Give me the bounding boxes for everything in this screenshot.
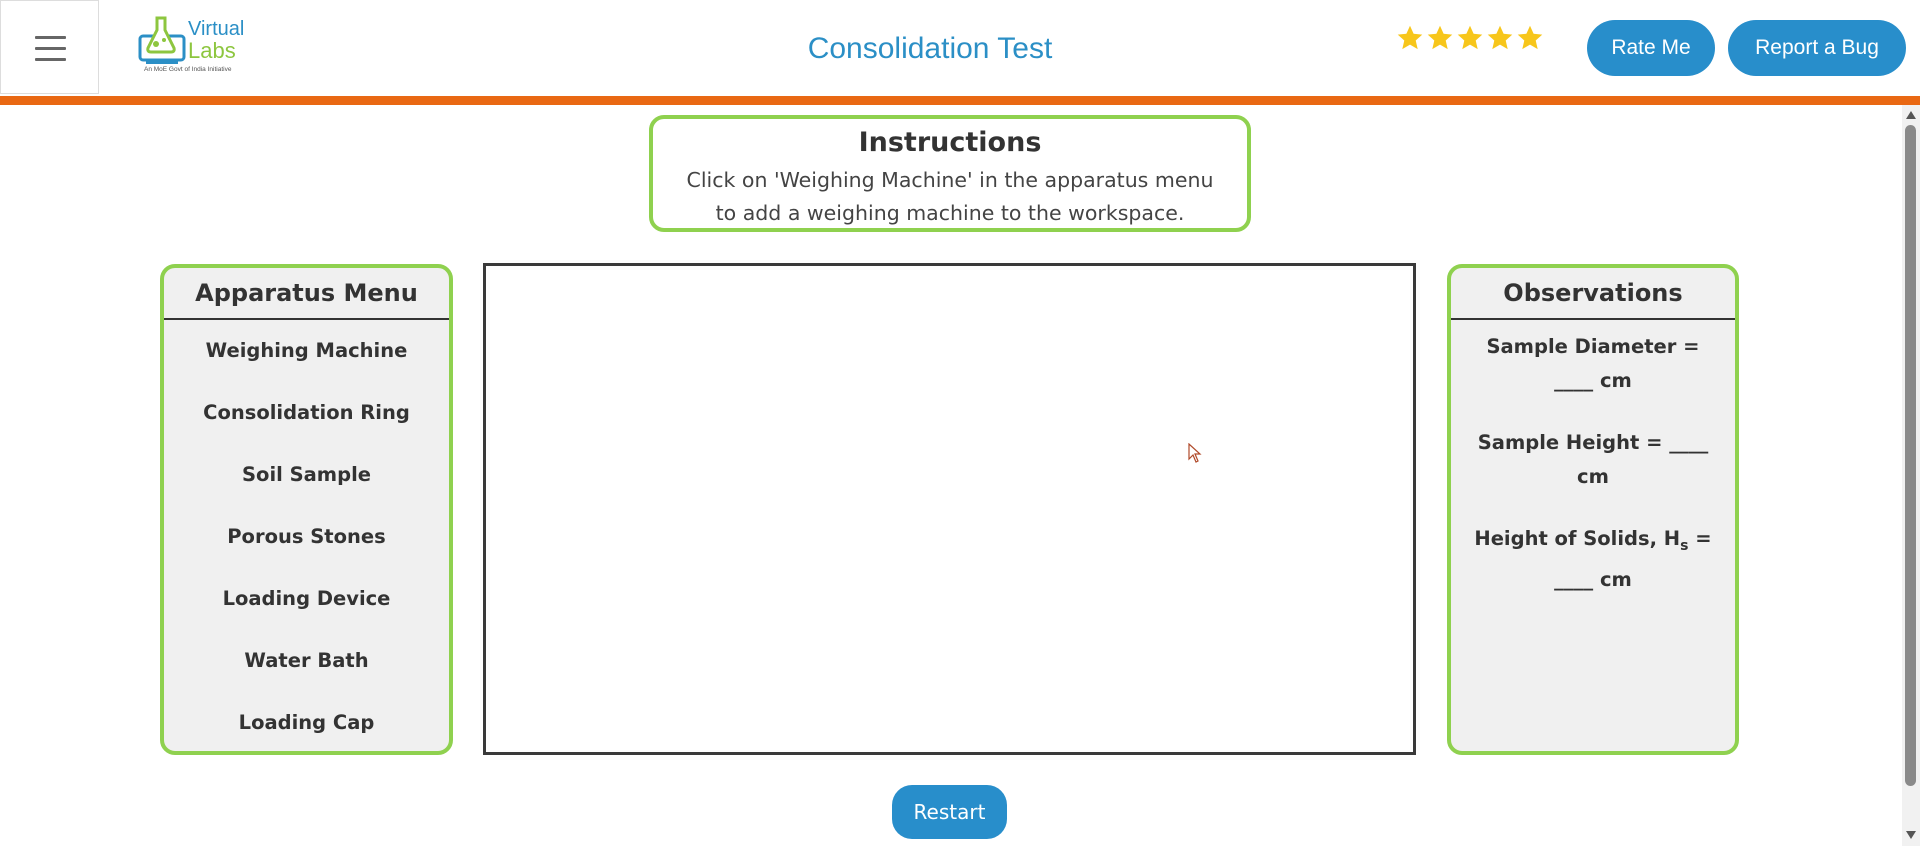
menu-line-icon [35,36,66,39]
header-bar: Virtual Labs An MoE Govt of India Initia… [0,0,1920,105]
apparatus-item-water-bath[interactable]: Water Bath [164,630,449,692]
page-title: Consolidation Test [807,32,1053,65]
scroll-up-arrow-icon[interactable] [1906,111,1916,119]
observation-height-of-solids: Height of Solids, Hs = ____ cm [1451,522,1735,597]
virtual-labs-logo[interactable]: Virtual Labs An MoE Govt of India Initia… [138,14,252,78]
workspace-area[interactable] [483,263,1416,755]
observation-sample-diameter: Sample Diameter = ____ cm [1486,335,1700,392]
restart-button[interactable]: Restart [892,785,1007,839]
star-icon[interactable] [1396,24,1424,52]
observations-panel: Observations Sample Diameter = ____ cm S… [1447,264,1739,755]
scrollbar-thumb[interactable] [1905,125,1916,786]
apparatus-menu-title: Apparatus Menu [164,268,449,320]
menu-line-icon [35,47,66,50]
rate-me-button[interactable]: Rate Me [1587,20,1715,76]
instructions-panel: Instructions Click on 'Weighing Machine'… [649,115,1251,232]
solids-label: Height of Solids, H [1474,527,1681,550]
apparatus-item-porous-stones[interactable]: Porous Stones [164,506,449,568]
star-icon[interactable] [1456,24,1484,52]
observation-sample-height: Sample Height = ____ cm [1477,431,1709,488]
star-icon[interactable] [1426,24,1454,52]
apparatus-item-loading-device[interactable]: Loading Device [164,568,449,630]
logo-tagline: An MoE Govt of India Initiative [144,66,232,73]
rating-stars[interactable] [1396,24,1544,56]
observations-title: Observations [1451,268,1735,320]
flask-monitor-icon [138,16,186,64]
star-icon[interactable] [1486,24,1514,52]
star-icon[interactable] [1516,24,1544,52]
scroll-down-arrow-icon[interactable] [1906,831,1916,839]
hamburger-menu-button[interactable] [0,0,99,94]
apparatus-item-loading-cap[interactable]: Loading Cap [164,692,449,751]
vertical-scrollbar[interactable] [1902,105,1920,846]
logo-text-labs: Labs [188,38,236,63]
observations-list: Sample Diameter = ____ cm Sample Height … [1451,320,1735,597]
report-bug-button[interactable]: Report a Bug [1728,20,1906,76]
menu-line-icon [35,58,66,61]
mouse-cursor-icon [1188,443,1202,463]
apparatus-item-consolidation-ring[interactable]: Consolidation Ring [164,382,449,444]
instructions-text: Click on 'Weighing Machine' in the appar… [686,168,1214,225]
apparatus-item-weighing-machine[interactable]: Weighing Machine [164,320,449,382]
apparatus-item-soil-sample[interactable]: Soil Sample [164,444,449,506]
apparatus-menu-panel: Apparatus Menu Weighing Machine Consolid… [160,264,453,755]
apparatus-list: Weighing Machine Consolidation Ring Soil… [164,320,449,751]
instructions-heading: Instructions [858,127,1042,158]
